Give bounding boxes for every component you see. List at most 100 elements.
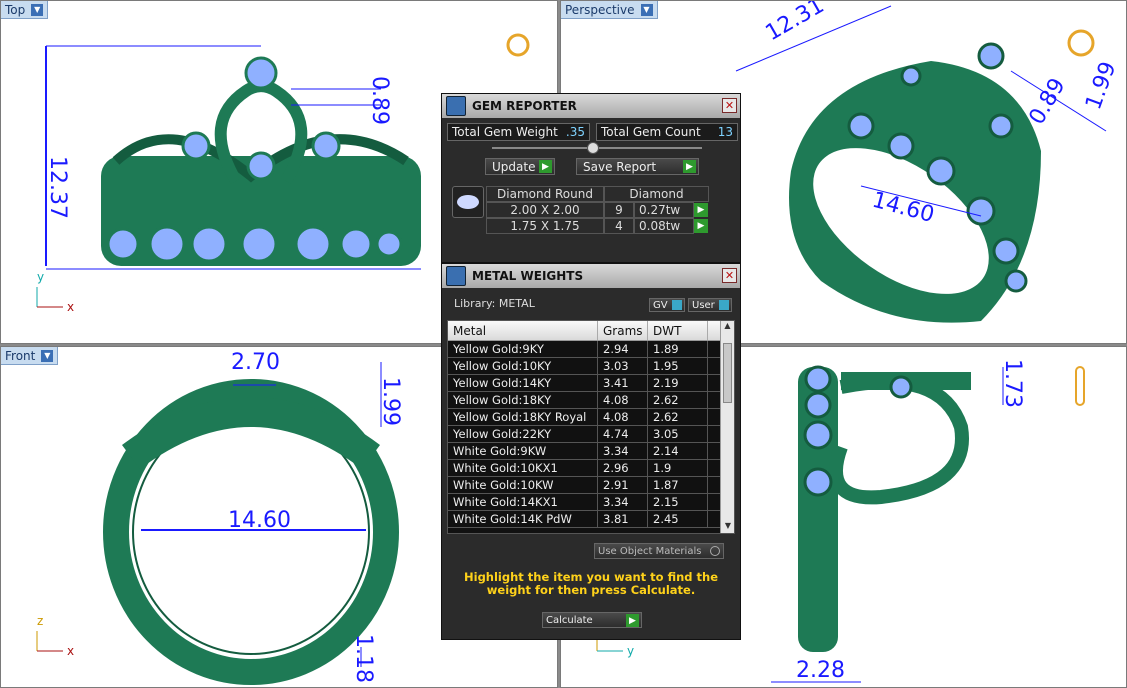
table-row[interactable]: Yellow Gold:14KY 3.41 2.19: [448, 375, 734, 392]
gem-reporter-title: GEM REPORTER: [472, 99, 577, 113]
play-icon[interactable]: ▶: [694, 219, 708, 233]
axis-y-label: y: [37, 270, 44, 284]
metal-cell-dwt: 2.62: [648, 392, 708, 408]
column-dwt[interactable]: DWT: [648, 321, 708, 340]
dim-perspective-3: 1.99: [1081, 58, 1121, 113]
hint-text: Highlight the item you want to find the …: [464, 570, 718, 597]
metal-cell-grams: 2.96: [598, 460, 648, 476]
axis-z-label: z: [37, 614, 43, 628]
metal-cell-dwt: 1.89: [648, 341, 708, 357]
gem-count: 4: [604, 218, 634, 234]
update-button-label: Update: [492, 159, 536, 174]
metal-cell-dwt: 1.95: [648, 358, 708, 374]
save-report-button[interactable]: Save Report ▶: [576, 158, 699, 175]
total-gem-count-label: Total Gem Count: [601, 125, 701, 139]
viewport-label: Top: [5, 2, 26, 17]
use-object-materials-toggle[interactable]: Use Object Materials: [594, 543, 724, 559]
chevron-down-icon[interactable]: ▼: [41, 349, 54, 362]
column-grams[interactable]: Grams: [598, 321, 648, 340]
metal-cell-dwt: 1.87: [648, 477, 708, 493]
table-row[interactable]: White Gold:10KW 2.91 1.87: [448, 477, 734, 494]
metal-cell-metal: White Gold:9KW: [448, 443, 598, 459]
library-label: Library: METAL: [454, 297, 535, 310]
scrollbar-thumb[interactable]: [723, 343, 732, 403]
metal-cell-metal: White Gold:10KW: [448, 477, 598, 493]
gem-table-header: Diamond Round Diamond: [486, 186, 709, 202]
table-row[interactable]: White Gold:9KW 3.34 2.14: [448, 443, 734, 460]
metal-cell-metal: Yellow Gold:18KY Royal: [448, 409, 598, 425]
metal-cell-grams: 3.41: [598, 375, 648, 391]
metal-cell-metal: Yellow Gold:9KY: [448, 341, 598, 357]
viewport-tab-perspective[interactable]: Perspective ▼: [561, 1, 658, 19]
metal-cell-grams: 4.08: [598, 392, 648, 408]
metal-cell-grams: 2.94: [598, 341, 648, 357]
gv-toggle[interactable]: GV: [649, 298, 685, 312]
viewport-tab-front[interactable]: Front ▼: [1, 347, 59, 365]
play-icon: ▶: [539, 160, 552, 173]
use-object-materials-label: Use Object Materials: [598, 545, 702, 557]
axis-y-label: y: [627, 644, 634, 658]
scroll-down-icon[interactable]: ▼: [721, 521, 734, 533]
table-row[interactable]: White Gold:14K PdW 3.81 2.45: [448, 511, 734, 528]
gem-reporter-icon: [446, 96, 466, 116]
gem-slider-handle[interactable]: [587, 142, 599, 154]
table-row[interactable]: Yellow Gold:10KY 3.03 1.95: [448, 358, 734, 375]
metal-weights-title: METAL WEIGHTS: [472, 269, 584, 283]
metal-cell-dwt: 2.15: [648, 494, 708, 510]
total-gem-weight-value: .35: [565, 125, 585, 139]
gem-size: 2.00 X 2.00: [486, 202, 604, 218]
dim-right-width: 2.28: [796, 658, 845, 683]
gem-row[interactable]: 1.75 X 1.75 4 0.08tw ▶: [486, 218, 709, 234]
metal-table-header: Metal Grams DWT: [448, 321, 734, 341]
gem-thumbnail: [452, 186, 484, 218]
user-label: User: [692, 299, 715, 311]
metal-table: Metal Grams DWT Yellow Gold:9KY 2.94 1.89 Y…: [447, 320, 735, 534]
viewport-tab-top[interactable]: Top ▼: [1, 1, 49, 19]
table-row[interactable]: Yellow Gold:9KY 2.94 1.89: [448, 341, 734, 358]
chevron-down-icon[interactable]: ▼: [640, 3, 653, 16]
metal-weights-icon: [446, 266, 466, 286]
close-icon[interactable]: ✕: [722, 98, 737, 113]
gem-header-type: Diamond: [604, 186, 709, 202]
gem-count: 9: [604, 202, 634, 218]
viewport-label: Front: [5, 348, 36, 363]
table-row[interactable]: Yellow Gold:22KY 4.74 3.05: [448, 426, 734, 443]
metal-cell-grams: 2.91: [598, 477, 648, 493]
dim-front-width: 2.70: [231, 350, 280, 375]
metal-cell-grams: 3.03: [598, 358, 648, 374]
gem-table: Diamond Round Diamond 2.00 X 2.00 9 0.27…: [486, 186, 709, 234]
gem-row[interactable]: 2.00 X 2.00 9 0.27tw ▶: [486, 202, 709, 218]
metal-cell-grams: 3.81: [598, 511, 648, 527]
metal-cell-metal: Yellow Gold:18KY: [448, 392, 598, 408]
table-row[interactable]: Yellow Gold:18KY Royal 4.08 2.62: [448, 409, 734, 426]
gem-size: 1.75 X 1.75: [486, 218, 604, 234]
update-button[interactable]: Update ▶: [485, 158, 555, 175]
metal-cell-metal: Yellow Gold:14KY: [448, 375, 598, 391]
gem-reporter-title-bar[interactable]: GEM REPORTER ✕: [442, 94, 740, 118]
axis-x-label: x: [67, 644, 74, 658]
table-row[interactable]: Yellow Gold:18KY 4.08 2.62: [448, 392, 734, 409]
chevron-down-icon[interactable]: ▼: [31, 3, 44, 16]
metal-cell-metal: White Gold:10KX1: [448, 460, 598, 476]
table-row[interactable]: White Gold:14KX1 3.34 2.15: [448, 494, 734, 511]
metal-cell-metal: Yellow Gold:22KY: [448, 426, 598, 442]
metal-cell-metal: White Gold:14K PdW: [448, 511, 598, 527]
scrollbar[interactable]: ▲ ▼: [720, 321, 734, 533]
dim-top-height: 12.37: [45, 156, 70, 219]
scroll-up-icon[interactable]: ▲: [721, 321, 734, 335]
metal-weights-title-bar[interactable]: METAL WEIGHTS ✕: [442, 264, 740, 288]
metal-weights-panel: METAL WEIGHTS ✕ Library: METAL GV User M…: [441, 263, 741, 640]
close-icon[interactable]: ✕: [722, 268, 737, 283]
user-toggle[interactable]: User: [688, 298, 732, 312]
metal-cell-dwt: 2.62: [648, 409, 708, 425]
play-icon[interactable]: ▶: [694, 203, 708, 217]
calculate-button[interactable]: Calculate ▶: [542, 612, 642, 628]
table-row[interactable]: White Gold:10KX1 2.96 1.9: [448, 460, 734, 477]
play-icon: ▶: [626, 614, 639, 627]
dim-top-gap: 0.89: [367, 76, 392, 125]
gem-header-shape: Diamond Round: [486, 186, 604, 202]
dim-perspective-2: 0.89: [1025, 74, 1071, 129]
metal-cell-metal: Yellow Gold:10KY: [448, 358, 598, 374]
column-metal[interactable]: Metal: [448, 321, 598, 340]
dim-front-shank: 1.18: [351, 634, 376, 683]
